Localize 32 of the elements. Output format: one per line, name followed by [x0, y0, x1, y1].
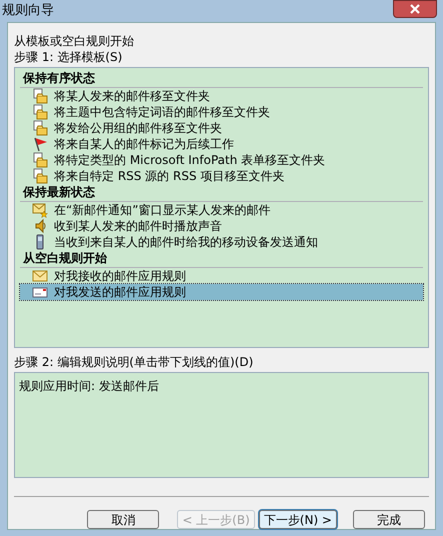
folder-icon: [32, 120, 48, 136]
template-item[interactable]: 将来自某人的邮件标记为后续工作: [20, 136, 423, 152]
template-item[interactable]: 对我接收的邮件应用规则: [20, 268, 423, 284]
envelope-star-icon: [32, 202, 48, 218]
close-button[interactable]: [393, 0, 437, 18]
description-box: 规则应用时间: 发送邮件后: [14, 372, 429, 478]
template-item[interactable]: 在“新邮件通知”窗口显示某人发来的邮件: [20, 202, 423, 218]
intro-text: 从模板或空白规则开始: [14, 33, 135, 49]
folder-icon: [32, 168, 48, 184]
dialog-button[interactable]: 完成: [353, 510, 425, 529]
step-label: 步骤 1: 选择模板(S): [14, 49, 124, 65]
folder-icon: [32, 88, 48, 104]
template-item[interactable]: 将来自特定 RSS 源的 RSS 项目移至文件夹: [20, 168, 423, 184]
template-item[interactable]: 当收到来自某人的邮件时给我的移动设备发送通知: [20, 234, 423, 250]
dialog-button[interactable]: 取消: [87, 510, 160, 529]
group-header: 保持有序状态: [20, 70, 423, 88]
dialog-button[interactable]: 下一步(N) >: [258, 510, 337, 529]
template-item[interactable]: 收到某人发来的邮件时播放声音: [20, 218, 423, 234]
window-title: 规则向导: [2, 2, 54, 20]
template-item[interactable]: 对我发送的邮件应用规则: [20, 284, 423, 300]
flag-icon: [32, 136, 48, 152]
envelope-icon: [32, 268, 48, 284]
step-label: 步骤 2: 编辑规则说明(单击带下划线的值)(D): [14, 354, 254, 370]
template-item[interactable]: 将某人发来的邮件移至文件夹: [20, 88, 423, 104]
folder-icon: [32, 104, 48, 120]
folder-icon: [32, 152, 48, 168]
group-header: 从空白规则开始: [20, 250, 423, 268]
close-icon: [410, 4, 420, 14]
group-header: 保持最新状态: [20, 184, 423, 202]
template-item[interactable]: 将主题中包含特定词语的邮件移至文件夹: [20, 104, 423, 120]
template-item[interactable]: 将发给公用组的邮件移至文件夹: [20, 120, 423, 136]
template-item[interactable]: 将特定类型的 Microsoft InfoPath 表单移至文件夹: [20, 152, 423, 168]
